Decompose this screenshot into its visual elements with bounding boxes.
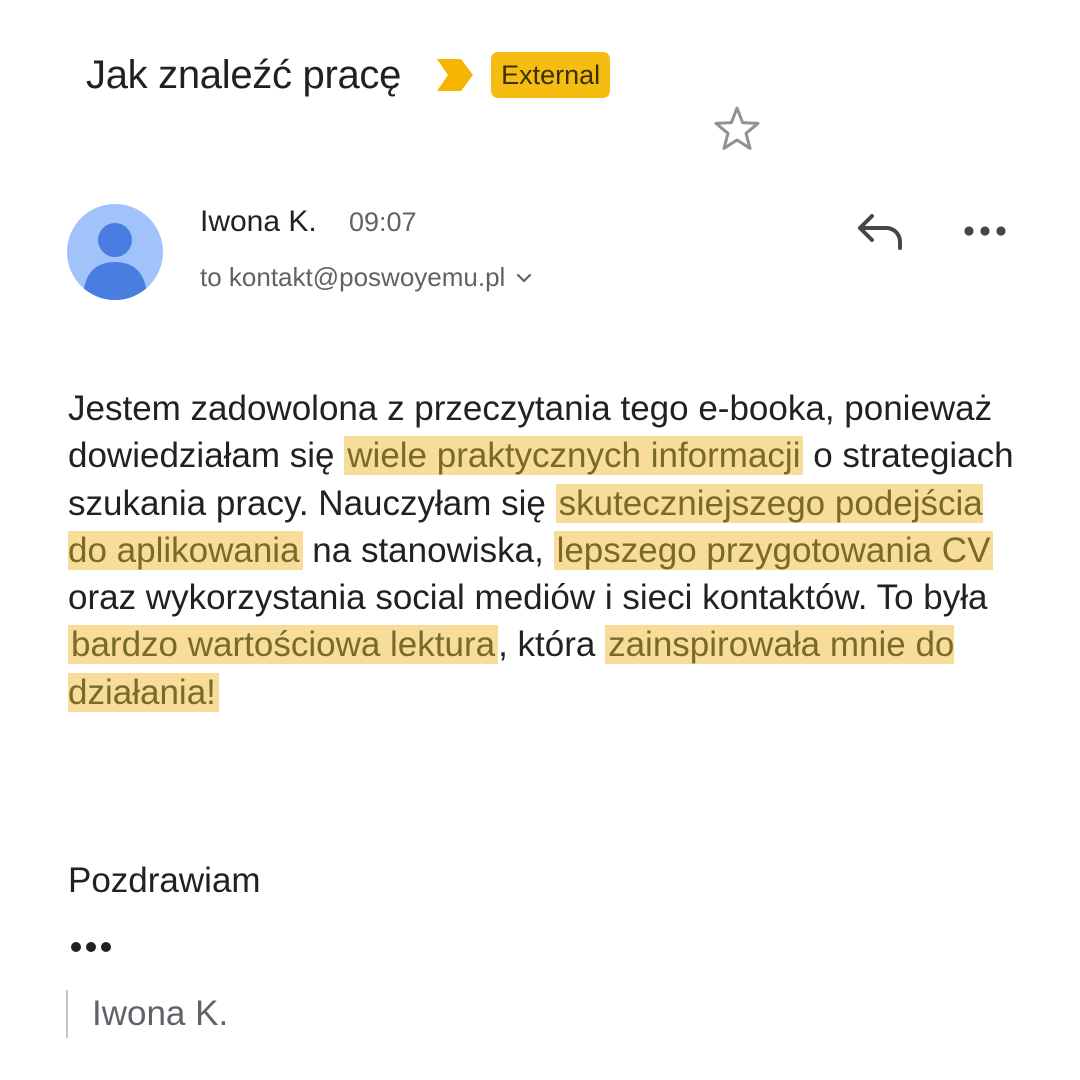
importance-marker-icon[interactable] xyxy=(435,58,475,92)
body-text-segment: , która xyxy=(498,625,596,665)
more-horizontal-icon[interactable] xyxy=(960,218,1010,244)
highlighted-phrase: wiele praktycznych informacji xyxy=(344,436,804,476)
email-subject: Jak znaleźć pracę xyxy=(86,52,402,97)
body-text-segment: oraz wykorzystania social mediów i sieci… xyxy=(68,578,988,618)
body-text-segment: na stanowiska, xyxy=(312,530,544,570)
external-label-badge[interactable]: External xyxy=(491,52,611,98)
subject-row: Jak znaleźć pracę External xyxy=(86,52,611,98)
highlighted-phrase: lepszego przygotowania CV xyxy=(553,530,994,570)
chevron-down-icon xyxy=(517,273,532,282)
email-signature: Iwona K. xyxy=(66,990,228,1038)
person-avatar-icon xyxy=(83,223,147,300)
sent-time: 09:07 xyxy=(349,207,417,237)
reply-icon[interactable] xyxy=(852,208,908,258)
highlighted-phrase: bardzo wartościowa lektura xyxy=(68,625,499,665)
star-outline-icon[interactable] xyxy=(712,104,762,154)
sender-name[interactable]: Iwona K. xyxy=(200,205,317,239)
email-greeting: Pozdrawiam xyxy=(68,861,261,900)
recipient-text: to kontakt@poswoyemu.pl xyxy=(200,262,506,292)
recipient-details-toggle[interactable]: to kontakt@poswoyemu.pl xyxy=(200,262,533,293)
avatar[interactable] xyxy=(67,204,163,300)
signature-name: Iwona K. xyxy=(92,994,229,1033)
show-trimmed-content-icon[interactable] xyxy=(68,936,114,958)
email-body: Jestem zadowolona z przeczytania tego e-… xyxy=(68,385,1028,716)
